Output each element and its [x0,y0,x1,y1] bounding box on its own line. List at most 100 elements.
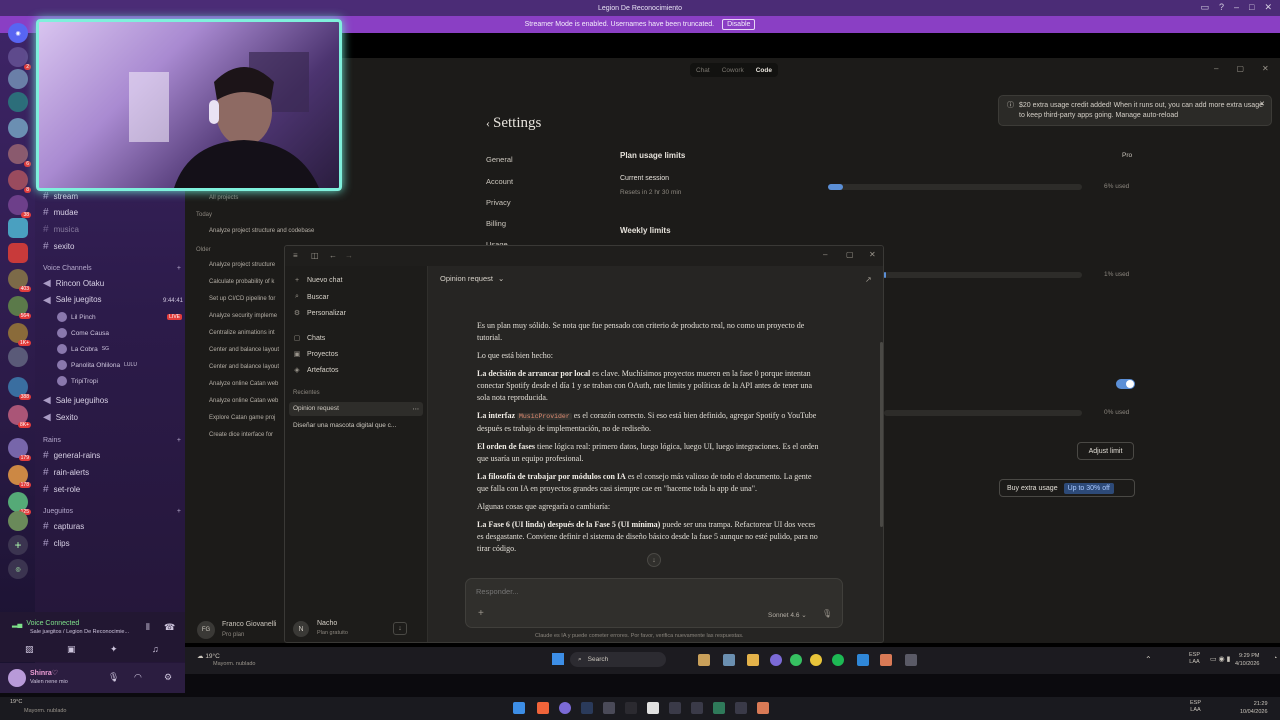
search-button[interactable]: ⌕ Buscar [293,293,329,301]
avatar[interactable]: FG [197,621,215,639]
claude-icon[interactable] [880,654,892,666]
add-server-icon[interactable]: + [8,535,28,555]
app-icon[interactable] [698,654,710,666]
settings-nav-privacy[interactable]: Privacy [486,198,511,207]
maximize-icon[interactable]: □ [1249,2,1254,13]
microphone-icon[interactable]: 🎙 [822,609,832,618]
list-item[interactable]: Analyze project structure and codebase [209,228,314,234]
guild-icon[interactable]: 178 [8,465,31,488]
guild-icon[interactable]: 179 [8,438,31,461]
download-icon[interactable]: ↓ [393,622,407,635]
clock[interactable]: 21:29 10/04/2026 [1240,700,1268,716]
model-selector[interactable]: Sonnet 4.6 ⌄ [768,611,807,619]
claude-icon[interactable] [757,702,769,714]
add-channel-icon[interactable]: + [177,265,181,272]
conversation-title[interactable]: Opinion request ⌄ [440,274,504,283]
guild-icon[interactable] [8,511,28,531]
app-icon[interactable] [603,702,615,714]
project-filter[interactable]: All projects [209,195,238,201]
guild-icon[interactable] [8,218,28,238]
discord-home-icon[interactable]: ◉ [8,23,28,43]
guild-icon[interactable] [8,118,28,138]
tab-cowork[interactable]: Cowork [722,67,744,74]
app-icon[interactable] [647,702,659,714]
headphones-icon[interactable]: ◠ [134,672,142,683]
language-indicator[interactable]: ESP LAA [1190,700,1201,714]
maximize-icon[interactable]: ▢ [846,250,854,259]
list-item[interactable]: Centralize animations int [209,330,275,336]
minimize-icon[interactable]: – [1214,64,1218,73]
channel-stream[interactable]: # stream [43,191,183,202]
sidebar-toggle-icon[interactable]: ◫ [311,251,319,260]
list-item[interactable]: Create dice interface for [209,432,273,438]
channel-clips[interactable]: # clips [43,538,183,549]
discord-icon[interactable] [770,654,782,666]
adjust-limit-button[interactable]: Adjust limit [1077,442,1134,460]
steam-icon[interactable] [581,702,593,714]
tab-chat[interactable]: Chat [696,67,710,74]
artifacts-button[interactable]: ◈ Artefactos [293,366,338,375]
chrome-icon[interactable] [810,654,822,666]
explore-icon[interactable]: ◎ [8,559,28,579]
settings-nav-account[interactable]: Account [486,177,513,186]
app-icon[interactable] [905,654,917,666]
guild-icon[interactable]: 2 [8,47,31,70]
avatar[interactable] [8,669,26,687]
channel-capturas[interactable]: # capturas [43,521,183,532]
brave-icon[interactable] [537,702,549,714]
voice-user[interactable]: TripiTropi [57,376,182,386]
guild-icon[interactable]: 125 [8,492,31,515]
minimize-icon[interactable]: – [1234,2,1239,13]
vscode-icon[interactable] [857,654,869,666]
voice-channel-active[interactable]: ◀ Sale juegitos 9:44:41 [43,295,183,306]
projects-button[interactable]: ▣ Proyectos [293,350,338,359]
recent-chat[interactable]: Diseñar una mascota digital que c... [289,419,423,432]
guild-icon[interactable]: 564 [8,296,31,319]
voice-channel[interactable]: ◀ Sale jueguihos [43,395,183,406]
file-explorer-icon[interactable] [747,654,759,666]
voice-channel[interactable]: ◀ Sexito [43,412,183,423]
voice-user[interactable]: Panolita Ohlilona LULU [57,360,182,370]
channel-rain-alerts[interactable]: # rain-alerts [43,467,183,478]
attach-plus-icon[interactable]: + [478,608,484,619]
settings-gear-icon[interactable]: ⚙ [164,672,172,683]
noise-suppression-icon[interactable]: ⫴ [146,622,150,633]
channel-musica[interactable]: # musica [43,224,183,235]
scrollbar[interactable] [880,342,883,527]
voice-channel[interactable]: ◀ Rincon Otaku [43,278,183,289]
close-icon[interactable]: ✕ [1264,2,1272,13]
list-item[interactable]: Analyze security impleme [209,313,277,319]
notification-bell-icon[interactable]: ◔ [1273,655,1277,662]
rains-header[interactable]: Rains + [43,437,181,444]
activities-icon[interactable]: ✦ [110,644,118,655]
voice-channels-header[interactable]: Voice Channels + [43,265,181,272]
voice-user[interactable]: Lil Pinch LIVE [57,312,182,322]
add-channel-icon[interactable]: + [177,508,181,515]
list-item[interactable]: Analyze project structure [209,262,275,268]
guild-icon[interactable]: 38 [8,195,31,218]
guild-icon[interactable]: 1K+ [8,323,31,346]
inbox-icon[interactable]: ▭ [1200,2,1209,13]
channel-sexito[interactable]: # sexito [43,241,183,252]
language-indicator[interactable]: ESP LAA [1189,652,1200,666]
recent-chat-active[interactable]: Opinion request ⋯ [289,402,423,416]
settings-nav-billing[interactable]: Billing [486,219,506,228]
close-icon[interactable]: ✕ [869,250,876,259]
guild-icon[interactable]: 388 [8,377,31,400]
channel-general-rains[interactable]: # general-rains [43,450,183,461]
share-icon[interactable]: ↗ [865,275,872,284]
list-item[interactable]: Center and balance layout [209,364,279,370]
chats-button[interactable]: ▢ Chats [293,334,326,343]
screen-share-icon[interactable]: ▣ [67,644,76,655]
guild-icon[interactable] [8,69,28,89]
app-icon[interactable] [669,702,681,714]
tab-code[interactable]: Code [756,67,772,74]
help-icon[interactable]: ? [1219,2,1224,13]
buy-extra-usage-button[interactable]: Buy extra usage Up to 30% off [999,479,1135,497]
menu-icon[interactable]: ≡ [293,251,298,260]
video-off-icon[interactable]: ▨ [25,644,34,655]
clock[interactable]: 9:29 PM 4/10/2026 [1235,652,1259,668]
weather-widget[interactable]: ☁ 19°C [197,652,220,660]
list-item[interactable]: Set up CI/CD pipeline for [209,296,275,302]
taskbar-search[interactable]: ⌕ Search [570,652,666,667]
